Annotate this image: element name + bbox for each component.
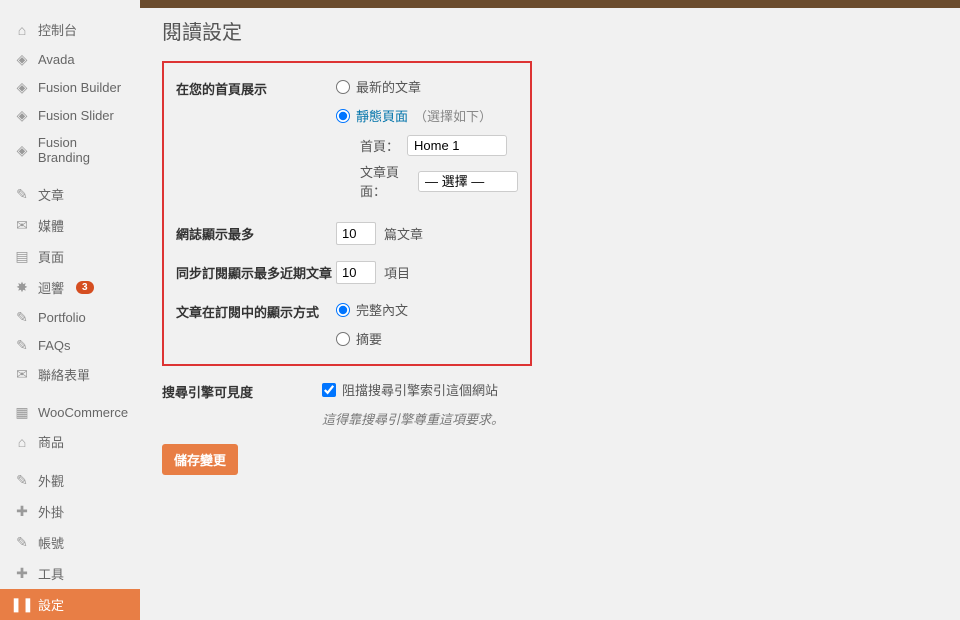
menu-badge: 3 (76, 281, 94, 294)
menu-icon: ✎ (14, 309, 30, 325)
sidebar-item-14[interactable]: ▦ WooCommerce (0, 398, 140, 426)
radio-latest-input[interactable] (336, 80, 350, 94)
menu-icon: ⌂ (14, 22, 30, 38)
menu-label: 文章 (38, 185, 64, 204)
label-feed-mode: 文章在訂閱中的顯示方式 (176, 300, 336, 321)
sidebar-item-2[interactable]: ◈ Fusion Builder (0, 73, 140, 101)
menu-label: 迴響 (38, 278, 64, 297)
sidebar-item-20[interactable]: ✚ 工具 (0, 558, 140, 589)
label-blog-max: 網誌顯示最多 (176, 222, 336, 243)
menu-icon: ▦ (14, 404, 30, 420)
sidebar-item-17[interactable]: ✎ 外觀 (0, 465, 140, 496)
radio-feed-full-input[interactable] (336, 303, 350, 317)
radio-latest-label: 最新的文章 (356, 77, 421, 96)
menu-icon: ✚ (14, 566, 30, 582)
menu-label: Portfolio (38, 310, 86, 325)
menu-icon: ▤ (14, 249, 30, 265)
menu-icon: ⌂ (14, 434, 30, 450)
menu-icon: ✎ (14, 473, 30, 489)
menu-icon: ✸ (14, 280, 30, 296)
label-front-page: 在您的首頁展示 (176, 77, 336, 98)
blog-max-input[interactable] (336, 222, 376, 245)
label-feed-max: 同步訂閱顯示最多近期文章 (176, 261, 336, 282)
menu-icon: ❚❚ (14, 597, 30, 613)
menu-icon: ◈ (14, 142, 30, 158)
menu-label: Fusion Builder (38, 80, 121, 95)
homepage-select[interactable]: Home 1 (407, 135, 507, 156)
sidebar-item-3[interactable]: ◈ Fusion Slider (0, 101, 140, 129)
save-button[interactable]: 儲存變更 (162, 444, 238, 475)
homepage-label: 首頁： (360, 136, 399, 155)
sidebar-item-0[interactable]: ⌂ 控制台 (0, 14, 140, 45)
sidebar-item-6[interactable]: ✎ 文章 (0, 179, 140, 210)
sidebar-item-19[interactable]: ✎ 帳號 (0, 527, 140, 558)
feed-max-input[interactable] (336, 261, 376, 284)
seo-note: 這得靠搜尋引擎尊重這項要求。 (322, 409, 532, 428)
menu-icon: ◈ (14, 79, 30, 95)
radio-static-page[interactable]: 靜態頁面 （選擇如下） (336, 106, 518, 125)
menu-label: 設定 (38, 595, 64, 614)
seo-block-input[interactable] (322, 383, 336, 397)
sidebar-item-4[interactable]: ◈ Fusion Branding (0, 129, 140, 171)
sidebar-item-21[interactable]: ❚❚ 設定 (0, 589, 140, 620)
feed-max-suffix: 項目 (384, 263, 410, 282)
radio-static-label: 靜態頁面 (356, 106, 408, 125)
sidebar-item-7[interactable]: ✉ 媒體 (0, 210, 140, 241)
seo-block-checkbox[interactable]: 阻擋搜尋引擎索引這個網站 (322, 380, 532, 399)
menu-label: Fusion Slider (38, 108, 114, 123)
menu-label: WooCommerce (38, 405, 128, 420)
radio-feed-full-label: 完整內文 (356, 300, 408, 319)
menu-icon: ✎ (14, 187, 30, 203)
menu-label: 控制台 (38, 20, 77, 39)
radio-feed-summary-label: 摘要 (356, 329, 382, 348)
sidebar-item-8[interactable]: ▤ 頁面 (0, 241, 140, 272)
radio-static-hint: （選擇如下） (414, 106, 492, 125)
menu-label: 頁面 (38, 247, 64, 266)
radio-latest-posts[interactable]: 最新的文章 (336, 77, 518, 96)
sidebar-item-11[interactable]: ✎ FAQs (0, 331, 140, 359)
menu-icon: ✎ (14, 535, 30, 551)
page-title: 閱讀設定 (162, 16, 938, 45)
blog-max-suffix: 篇文章 (384, 224, 423, 243)
menu-icon: ✉ (14, 367, 30, 383)
menu-label: 帳號 (38, 533, 64, 552)
settings-box: 在您的首頁展示 最新的文章 靜態頁面 （選擇如下） 首頁： Home 1 文章頁… (162, 61, 532, 366)
sidebar-item-9[interactable]: ✸ 迴響 3 (0, 272, 140, 303)
menu-label: 聯絡表單 (38, 365, 90, 384)
menu-label: FAQs (38, 338, 71, 353)
menu-label: 工具 (38, 564, 64, 583)
label-seo: 搜尋引擎可見度 (162, 380, 322, 401)
menu-label: 媒體 (38, 216, 64, 235)
seo-block-label: 阻擋搜尋引擎索引這個網站 (342, 380, 498, 399)
menu-icon: ◈ (14, 51, 30, 67)
sidebar-item-15[interactable]: ⌂ 商品 (0, 426, 140, 457)
menu-label: Avada (38, 52, 75, 67)
postspage-label: 文章頁面： (360, 162, 410, 200)
postspage-select[interactable]: — 選擇 — (418, 171, 518, 192)
menu-label: Fusion Branding (38, 135, 132, 165)
menu-icon: ✎ (14, 337, 30, 353)
radio-feed-summary-input[interactable] (336, 332, 350, 346)
admin-sidebar: ⌂控制台◈Avada◈Fusion Builder◈Fusion Slider◈… (0, 0, 140, 620)
menu-icon: ✉ (14, 218, 30, 234)
radio-static-input[interactable] (336, 109, 350, 123)
sidebar-item-1[interactable]: ◈ Avada (0, 45, 140, 73)
radio-feed-summary[interactable]: 摘要 (336, 329, 518, 348)
menu-label: 外觀 (38, 471, 64, 490)
menu-icon: ◈ (14, 107, 30, 123)
sidebar-item-12[interactable]: ✉ 聯絡表單 (0, 359, 140, 390)
sidebar-item-10[interactable]: ✎ Portfolio (0, 303, 140, 331)
menu-label: 商品 (38, 432, 64, 451)
content-area: 閱讀設定 在您的首頁展示 最新的文章 靜態頁面 （選擇如下） 首頁： Home … (140, 0, 960, 620)
radio-feed-full[interactable]: 完整內文 (336, 300, 518, 319)
